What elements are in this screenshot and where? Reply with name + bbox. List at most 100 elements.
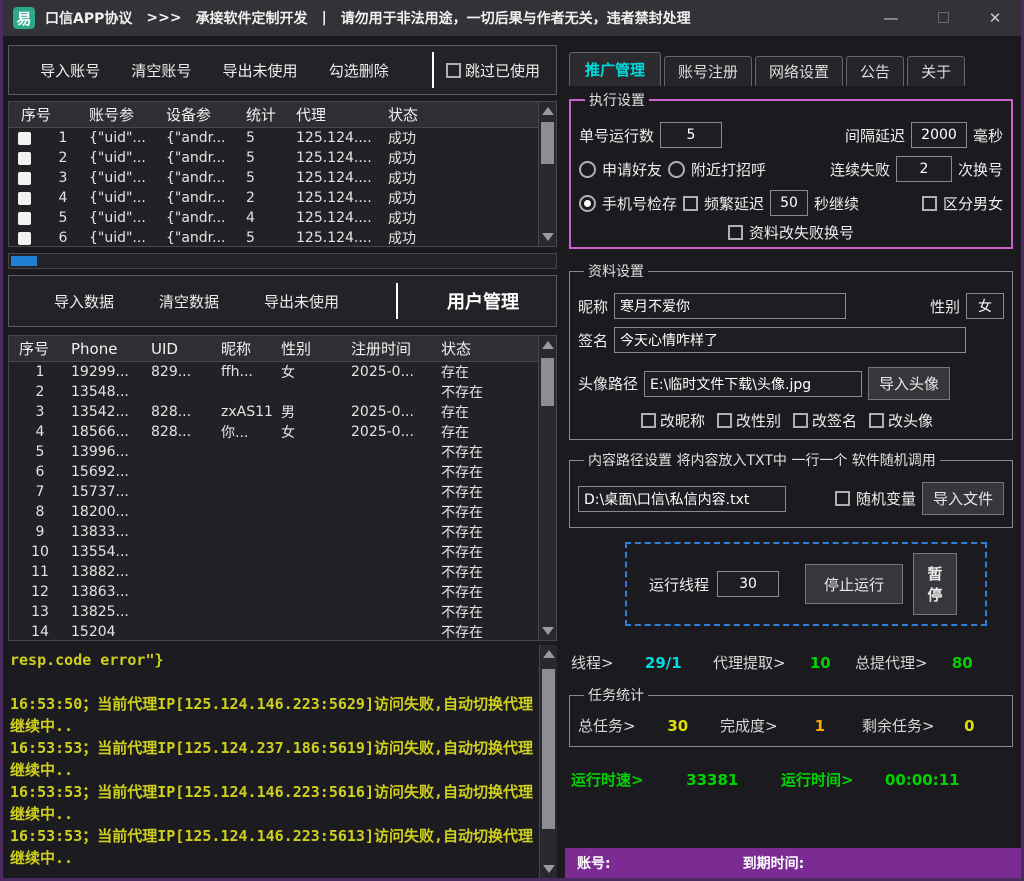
column-header[interactable]: Phone bbox=[69, 340, 149, 358]
table-row[interactable]: 513996...不存在 bbox=[9, 442, 538, 462]
column-header[interactable]: 昵称 bbox=[219, 338, 279, 359]
stop-run-button[interactable]: 停止运行 bbox=[805, 564, 903, 604]
cell-uid: 828... bbox=[149, 424, 219, 440]
content-path-input[interactable] bbox=[578, 486, 786, 512]
column-header[interactable]: 设备参 bbox=[164, 104, 244, 125]
fail-input[interactable] bbox=[896, 156, 952, 182]
toolbar-button[interactable]: 清空账号 bbox=[131, 60, 191, 81]
table-row[interactable]: 615692...不存在 bbox=[9, 462, 538, 482]
freq-delay-checkbox[interactable] bbox=[683, 196, 698, 211]
toolbar-button[interactable]: 导出未使用 bbox=[223, 60, 298, 81]
row-checkbox[interactable] bbox=[18, 152, 31, 165]
column-header[interactable]: 注册时间 bbox=[349, 338, 439, 359]
nickname-input[interactable] bbox=[614, 293, 846, 319]
column-header[interactable]: 代理 bbox=[294, 104, 386, 125]
avatar-path-input[interactable] bbox=[644, 371, 862, 397]
scroll-thumb[interactable] bbox=[541, 122, 554, 164]
table-row[interactable]: 913833...不存在 bbox=[9, 522, 538, 542]
scroll-down-icon[interactable] bbox=[542, 627, 554, 635]
column-header[interactable]: 序号 bbox=[9, 338, 69, 359]
table-row[interactable]: 6{"uid"...{"andr...5125.124....成功 bbox=[9, 228, 538, 246]
maximize-button[interactable] bbox=[917, 9, 969, 27]
row-checkbox[interactable] bbox=[18, 232, 31, 245]
toolbar-button[interactable]: 勾选删除 bbox=[329, 60, 389, 81]
freq-delay-input[interactable] bbox=[770, 190, 808, 216]
gender-split-checkbox[interactable] bbox=[922, 196, 937, 211]
apply-friend-radio[interactable] bbox=[579, 161, 596, 178]
skip-used-checkbox[interactable] bbox=[446, 63, 461, 78]
user-management-button[interactable]: 用户管理 bbox=[410, 288, 556, 314]
profile-fail-checkbox[interactable] bbox=[728, 225, 743, 240]
tab-4[interactable]: 公告 bbox=[846, 56, 904, 86]
change-gender-checkbox[interactable] bbox=[717, 413, 732, 428]
cell-stat: 5 bbox=[244, 170, 294, 186]
table-row[interactable]: 119299...829...ffh...女2025-0...存在 bbox=[9, 362, 538, 382]
scroll-up-icon[interactable] bbox=[543, 650, 555, 658]
row-checkbox[interactable] bbox=[18, 212, 31, 225]
single-run-input[interactable] bbox=[660, 122, 722, 148]
scroll-thumb[interactable] bbox=[542, 669, 555, 829]
change-nick-checkbox[interactable] bbox=[641, 413, 656, 428]
log-line: 16:53:53；当前代理IP[125.124.237.186:5619]访问失… bbox=[10, 737, 537, 759]
table-row[interactable]: 213548...不存在 bbox=[9, 382, 538, 402]
toolbar-button[interactable]: 清空数据 bbox=[159, 291, 219, 312]
signature-input[interactable] bbox=[614, 327, 966, 353]
hscroll-thumb[interactable] bbox=[11, 256, 37, 266]
import-file-button[interactable]: 导入文件 bbox=[922, 482, 1004, 515]
table-row[interactable]: 5{"uid"...{"andr...4125.124....成功 bbox=[9, 208, 538, 228]
toolbar-button[interactable]: 导入账号 bbox=[40, 60, 100, 81]
scroll-up-icon[interactable] bbox=[542, 107, 554, 115]
table-row[interactable]: 1313825...不存在 bbox=[9, 602, 538, 622]
random-var-checkbox[interactable] bbox=[835, 491, 850, 506]
column-header[interactable]: 账号参 bbox=[87, 104, 164, 125]
tab-2[interactable]: 账号注册 bbox=[664, 56, 752, 86]
table-row[interactable]: 1113882...不存在 bbox=[9, 562, 538, 582]
pause-button[interactable]: 暂停 bbox=[913, 553, 957, 615]
row-checkbox[interactable] bbox=[18, 172, 31, 185]
column-header[interactable]: 状态 bbox=[439, 338, 538, 359]
column-header[interactable]: 性别 bbox=[279, 338, 349, 359]
table-row[interactable]: 715737...不存在 bbox=[9, 482, 538, 502]
column-header[interactable]: UID bbox=[149, 340, 219, 358]
table-row[interactable]: 313542...828...zxAS11男2025-0...存在 bbox=[9, 402, 538, 422]
tab-5[interactable]: 关于 bbox=[907, 56, 965, 86]
scroll-thumb[interactable] bbox=[541, 358, 554, 406]
table-row[interactable]: 1013554...不存在 bbox=[9, 542, 538, 562]
users-table-scrollbar[interactable] bbox=[538, 336, 556, 640]
accounts-table-scrollbar[interactable] bbox=[538, 102, 556, 246]
table-row[interactable]: 818200...不存在 bbox=[9, 502, 538, 522]
toolbar-button[interactable]: 导入数据 bbox=[54, 291, 114, 312]
phone-check-radio[interactable] bbox=[579, 195, 596, 212]
skip-used-group[interactable]: 跳过已使用 bbox=[446, 60, 540, 81]
table-row[interactable]: 1415204不存在 bbox=[9, 622, 538, 640]
import-avatar-button[interactable]: 导入头像 bbox=[868, 367, 950, 400]
column-header[interactable]: 序号 bbox=[9, 104, 87, 125]
scroll-up-icon[interactable] bbox=[542, 341, 554, 349]
tab-1[interactable]: 推广管理 bbox=[569, 52, 661, 86]
table-row[interactable]: 418566...828...你...女2025-0...存在 bbox=[9, 422, 538, 442]
interval-input[interactable] bbox=[911, 122, 967, 148]
gender-input[interactable] bbox=[966, 293, 1004, 319]
column-header[interactable]: 统计 bbox=[244, 104, 294, 125]
table-row[interactable]: 3{"uid"...{"andr...5125.124....成功 bbox=[9, 168, 538, 188]
change-avatar-checkbox[interactable] bbox=[869, 413, 884, 428]
run-time-label: 运行时间> bbox=[781, 769, 854, 790]
accounts-hscrollbar[interactable] bbox=[8, 253, 557, 269]
change-sign-checkbox[interactable] bbox=[793, 413, 808, 428]
toolbar-button[interactable]: 导出未使用 bbox=[264, 291, 339, 312]
tab-3[interactable]: 网络设置 bbox=[755, 56, 843, 86]
scroll-down-icon[interactable] bbox=[542, 233, 554, 241]
table-row[interactable]: 2{"uid"...{"andr...5125.124....成功 bbox=[9, 148, 538, 168]
nearby-greet-radio[interactable] bbox=[668, 161, 685, 178]
table-row[interactable]: 4{"uid"...{"andr...2125.124....成功 bbox=[9, 188, 538, 208]
table-row[interactable]: 1213863...不存在 bbox=[9, 582, 538, 602]
log-scrollbar[interactable] bbox=[539, 645, 557, 878]
thread-count-input[interactable] bbox=[717, 571, 779, 597]
table-row[interactable]: 1{"uid"...{"andr...5125.124....成功 bbox=[9, 128, 538, 148]
close-button[interactable]: ✕ bbox=[969, 9, 1021, 27]
minimize-button[interactable]: — bbox=[865, 9, 917, 27]
row-checkbox[interactable] bbox=[18, 132, 31, 145]
row-checkbox[interactable] bbox=[18, 192, 31, 205]
column-header[interactable]: 状态 bbox=[386, 104, 538, 125]
scroll-down-icon[interactable] bbox=[543, 865, 555, 873]
